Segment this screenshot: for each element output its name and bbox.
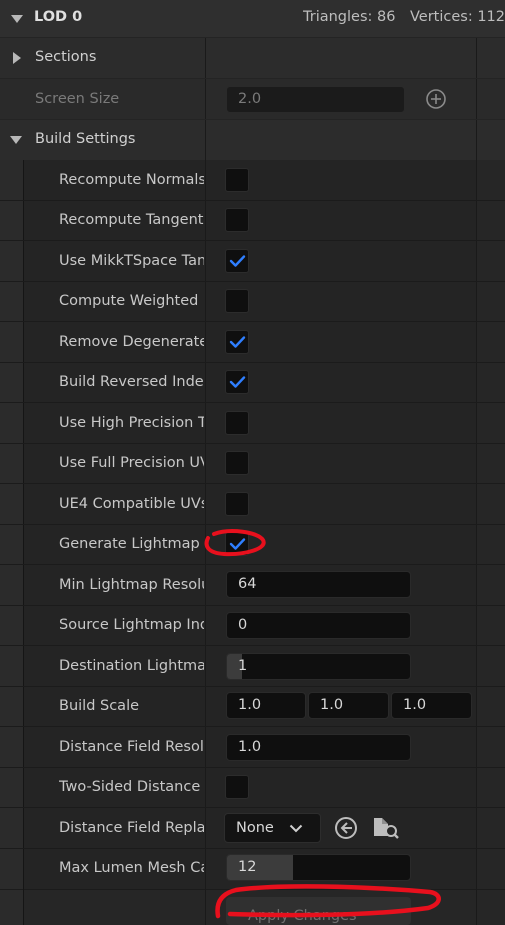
- build-scale-x-field[interactable]: 1.0: [226, 692, 306, 719]
- lod-header[interactable]: LOD 0 Triangles: 86 Vertices: 112: [0, 0, 505, 37]
- min-lightmap-resolution-row: Min Lightmap Resolution 64: [0, 565, 505, 606]
- screen-size-row: Screen Size 2.0: [0, 79, 505, 119]
- distance-field-replacement-label: Distance Field Replacement Mesh: [59, 820, 204, 836]
- use-full-precision-uvs-label: Use Full Precision UVs: [59, 455, 204, 471]
- recompute-normals-row: Recompute Normals: [0, 160, 505, 201]
- remove-degenerates-row: Remove Degenerates: [0, 322, 505, 363]
- generate-lightmap-uvs-row: Generate Lightmap UVs: [0, 525, 505, 565]
- recompute-normals-checkbox[interactable]: [225, 168, 249, 192]
- use-full-precision-uvs-checkbox[interactable]: [225, 451, 249, 475]
- min-lightmap-resolution-field[interactable]: 64: [226, 571, 411, 598]
- two-sided-distance-label: Two-Sided Distance Field Generation: [59, 779, 204, 795]
- use-full-precision-uvs-row: Use Full Precision UVs: [0, 444, 505, 484]
- recompute-normals-label: Recompute Normals: [59, 172, 204, 188]
- build-reversed-index-label: Build Reversed Index Buffer: [59, 374, 204, 390]
- destination-lightmap-index-slider[interactable]: 1: [226, 653, 411, 680]
- build-scale-z-field[interactable]: 1.0: [391, 692, 472, 719]
- compute-weighted-label: Compute Weighted Normals: [59, 293, 204, 309]
- destination-lightmap-index-label: Destination Lightmap Index: [59, 658, 204, 674]
- vertex-count: Vertices: 112: [410, 9, 505, 25]
- apply-row: Apply Changes: [0, 889, 505, 925]
- two-sided-distance-checkbox[interactable]: [225, 775, 249, 799]
- checkmark-icon: [229, 376, 246, 388]
- generate-lightmap-uvs-label: Generate Lightmap UVs: [59, 536, 204, 552]
- two-sided-distance-row: Two-Sided Distance Field Generation: [0, 768, 505, 808]
- sections-label: Sections: [35, 49, 97, 65]
- expand-arrow-icon[interactable]: [13, 52, 21, 64]
- min-lightmap-resolution-label: Min Lightmap Resolution: [59, 577, 204, 593]
- remove-degenerates-checkbox[interactable]: [225, 330, 249, 354]
- build-reversed-index-row: Build Reversed Index Buffer: [0, 363, 505, 403]
- use-mikktspace-checkbox[interactable]: [225, 249, 249, 273]
- distance-field-resolution-row: Distance Field Resolution Scale 1.0: [0, 727, 505, 768]
- slider-value: 12: [238, 859, 257, 875]
- build-settings-label: Build Settings: [35, 131, 136, 147]
- distance-field-resolution-label: Distance Field Resolution Scale: [59, 739, 204, 755]
- browse-asset-icon[interactable]: [372, 814, 400, 840]
- checkmark-icon: [229, 255, 246, 267]
- generate-lightmap-uvs-checkbox[interactable]: [225, 532, 249, 556]
- recompute-tangents-label: Recompute Tangents: [59, 212, 204, 228]
- recompute-tangents-row: Recompute Tangents: [0, 201, 505, 241]
- dropdown-value: None: [236, 820, 274, 836]
- replacement-mesh-dropdown[interactable]: None: [224, 813, 321, 843]
- slider-fill: [227, 855, 293, 880]
- triangle-count: Triangles: 86: [303, 9, 396, 25]
- screen-size-field[interactable]: 2.0: [226, 86, 405, 113]
- max-lumen-mesh-cards-slider[interactable]: 12: [226, 854, 411, 881]
- chevron-down-icon: [289, 824, 303, 833]
- build-reversed-index-checkbox[interactable]: [225, 370, 249, 394]
- build-settings-header[interactable]: Build Settings: [0, 120, 505, 160]
- source-lightmap-index-field[interactable]: 0: [226, 612, 411, 639]
- build-scale-label: Build Scale: [59, 698, 140, 714]
- checkmark-icon: [229, 538, 246, 550]
- add-circle-icon[interactable]: [425, 88, 447, 110]
- build-scale-row: Build Scale 1.0 1.0 1.0: [0, 687, 505, 727]
- use-mikktspace-label: Use MikkTSpace Tangent Space: [59, 253, 204, 269]
- screen-size-label: Screen Size: [35, 91, 120, 107]
- use-high-precision-row: Use High Precision Tangent Basis: [0, 403, 505, 444]
- distance-field-resolution-field[interactable]: 1.0: [226, 734, 411, 761]
- recompute-tangents-checkbox[interactable]: [225, 208, 249, 232]
- max-lumen-mesh-cards-label: Max Lumen Mesh Cards: [59, 860, 204, 876]
- destination-lightmap-index-row: Destination Lightmap Index 1: [0, 646, 505, 687]
- compute-weighted-checkbox[interactable]: [225, 289, 249, 313]
- use-mikktspace-row: Use MikkTSpace Tangent Space: [0, 241, 505, 282]
- checkmark-icon: [229, 336, 246, 348]
- apply-changes-label: Apply Changes: [248, 908, 357, 924]
- slider-value: 1: [238, 658, 248, 674]
- compute-weighted-row: Compute Weighted Normals: [0, 282, 505, 322]
- use-high-precision-checkbox[interactable]: [225, 411, 249, 435]
- max-lumen-mesh-cards-row: Max Lumen Mesh Cards 12: [0, 849, 505, 889]
- ue4-compatible-uvs-label: UE4 Compatible UVs: [59, 496, 204, 512]
- ue4-compatible-uvs-row: UE4 Compatible UVs: [0, 484, 505, 525]
- lod-title: LOD 0: [34, 9, 83, 25]
- remove-degenerates-label: Remove Degenerates: [59, 334, 204, 350]
- source-lightmap-index-row: Source Lightmap Index 0: [0, 606, 505, 646]
- collapse-arrow-icon[interactable]: [11, 15, 23, 23]
- use-high-precision-label: Use High Precision Tangent Basis: [59, 415, 204, 431]
- use-selected-asset-icon[interactable]: [333, 815, 359, 841]
- build-scale-y-field[interactable]: 1.0: [308, 692, 389, 719]
- build-settings-list: Recompute Normals Recompute Tangents Use…: [0, 160, 505, 890]
- apply-changes-button[interactable]: Apply Changes: [226, 897, 411, 925]
- ue4-compatible-uvs-checkbox[interactable]: [225, 492, 249, 516]
- collapse-arrow-icon[interactable]: [10, 136, 22, 144]
- sections-row[interactable]: Sections: [0, 38, 505, 78]
- source-lightmap-index-label: Source Lightmap Index: [59, 617, 204, 633]
- distance-field-replacement-row: Distance Field Replacement Mesh None: [0, 808, 505, 849]
